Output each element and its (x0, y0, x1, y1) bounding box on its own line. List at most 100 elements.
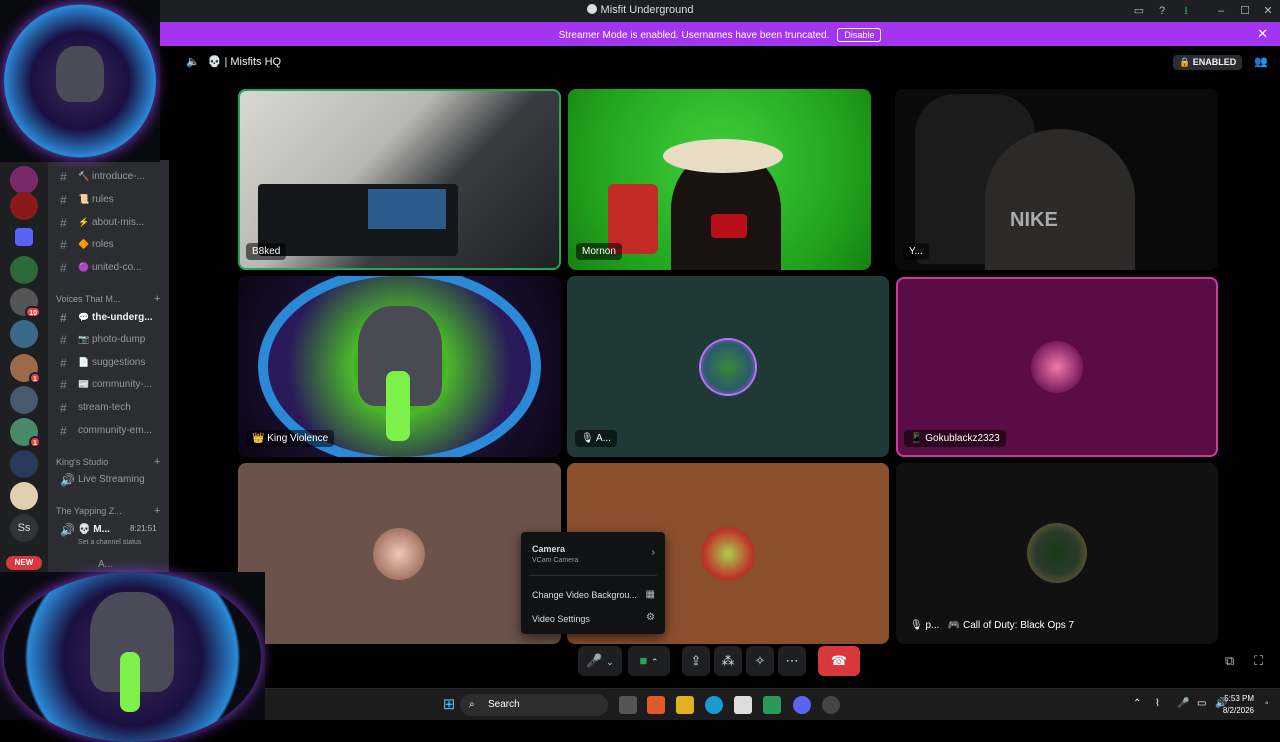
windows-start-icon[interactable]: ⊞ (440, 696, 458, 714)
voice-user-self[interactable]: 🔊 💀 M... 8:21:51 Set a channel status (48, 520, 169, 552)
folder-icon[interactable] (15, 228, 33, 246)
chevron-up-icon: ⌃ (650, 657, 659, 667)
channel-photo-dump[interactable]: # 📷 photo-dump (48, 330, 169, 350)
voice-channel-live[interactable]: 🔊 Live Streaming (48, 470, 169, 490)
more-button[interactable]: ⋯ (778, 646, 806, 676)
members-icon[interactable]: 👥 (1254, 55, 1270, 69)
server-icon[interactable]: 10 (10, 288, 41, 318)
app-icon[interactable] (763, 696, 781, 714)
notification-badge: 10 (25, 306, 41, 318)
mobile-icon: 📱 (910, 433, 923, 444)
share-screen-button[interactable]: ⇪ (682, 646, 710, 676)
hash-icon: # (60, 238, 67, 252)
hash-icon: # (60, 401, 67, 415)
edge-icon[interactable] (705, 696, 723, 714)
channel-united[interactable]: # 🟣 united-co... (48, 258, 169, 278)
notification-badge: 1 (29, 372, 41, 384)
stream-logo-overlay (0, 0, 160, 162)
popout-icon[interactable]: ⧉ (1225, 653, 1234, 669)
channel-emoji: 📄 (78, 357, 90, 367)
category-yapping[interactable]: The Yapping Z... + (56, 505, 160, 517)
inbox-icon[interactable]: ▭ (1131, 3, 1147, 19)
category-kings-studio[interactable]: King's Studio + (56, 456, 160, 468)
server-icon[interactable] (10, 192, 38, 220)
channel-rules[interactable]: # 📜 rules (48, 190, 169, 210)
chevron-down-icon: ⌄ (606, 657, 614, 667)
server-icon[interactable]: Ss (10, 514, 38, 542)
channel-the-underground[interactable]: # 💬 the-underg... (48, 308, 169, 328)
speaker-icon: 🔊 (60, 523, 75, 537)
app-icon[interactable] (647, 696, 665, 714)
close-window-icon[interactable]: ✕ (1260, 3, 1276, 19)
channel-status-text[interactable]: Set a channel status (78, 539, 141, 546)
video-tile-7[interactable] (238, 463, 561, 644)
clock[interactable]: 5:53 PM 8/2/2026 (1223, 693, 1254, 717)
channel-emoji: 📜 (78, 194, 90, 204)
banner-close-icon[interactable]: ✕ (1257, 26, 1268, 42)
help-icon[interactable]: ? (1154, 3, 1170, 19)
menu-divider (529, 575, 657, 576)
server-icon[interactable] (10, 482, 38, 510)
server-icon[interactable] (10, 256, 38, 284)
video-tile-5[interactable]: 🎙 A... (567, 276, 889, 457)
category-label: Voices That M... (56, 294, 121, 304)
maximize-icon[interactable]: ☐ (1237, 3, 1253, 19)
speaker-icon[interactable]: 🔈 (186, 56, 200, 68)
server-icon[interactable]: 1 (10, 418, 41, 448)
download-icon[interactable]: ⭳ (1178, 3, 1194, 19)
server-icon[interactable] (10, 386, 38, 414)
channel-about[interactable]: # ⚡ about-mis... (48, 213, 169, 233)
file-explorer-icon[interactable] (676, 696, 694, 714)
channel-suggestions[interactable]: # 📄 suggestions (48, 353, 169, 373)
server-icon[interactable]: 1 (10, 354, 41, 384)
microphone-button[interactable]: 🎤 ⌄ (578, 646, 622, 676)
channel-community-em[interactable]: # community-em... (48, 421, 169, 441)
taskbar-search[interactable]: ⌕ Search (460, 694, 608, 716)
app-icon[interactable] (822, 696, 840, 714)
video-tile-6[interactable]: 📱 Gokublackz2323 (896, 277, 1218, 457)
display-icon[interactable]: ▭ (1197, 698, 1206, 709)
video-tile-3[interactable]: NIKE Y... (895, 89, 1218, 270)
fullscreen-icon[interactable]: ⛶ (1254, 653, 1263, 669)
task-view-icon[interactable] (619, 696, 637, 714)
channel-label: Live Streaming (78, 474, 145, 485)
wifi-icon[interactable]: ⌇ (1155, 698, 1160, 709)
video-tile-1[interactable]: B8ked (238, 89, 561, 270)
notification-icon[interactable]: ◦ (1265, 698, 1269, 709)
microphone-icon[interactable]: 🎤 (1177, 698, 1189, 709)
participant-name-wrap: 👑 King Violence (246, 430, 335, 447)
menu-camera-label[interactable]: Camera (532, 544, 565, 554)
chevron-right-icon[interactable]: › (652, 547, 655, 558)
video-tile-9[interactable]: 🎙 p... 🎮 Call of Duty: Black Ops 7 (896, 463, 1218, 644)
discord-icon[interactable] (793, 696, 811, 714)
menu-change-background[interactable]: Change Video Backgrou... (532, 590, 637, 600)
server-icon[interactable] (10, 320, 38, 348)
camera-button[interactable]: ■ ⌃ (628, 646, 670, 676)
server-icon[interactable] (10, 166, 38, 194)
video-tile-4[interactable]: 👑 King Violence (238, 276, 561, 457)
channel-introduce[interactable]: # 🔨 introduce-... (48, 167, 169, 187)
category-label: The Yapping Z... (56, 506, 122, 516)
channel-stream-tech[interactable]: # stream-tech (48, 398, 169, 418)
channel-label: roles (92, 239, 114, 250)
disconnect-button[interactable]: ☎ (818, 646, 860, 676)
menu-camera-device: VCam Camera (532, 557, 579, 564)
channel-roles[interactable]: # 🔶 roles (48, 235, 169, 255)
streamer-status-badge[interactable]: 🔒 ENABLED (1173, 55, 1243, 70)
activities-button[interactable]: ⁂ (714, 646, 742, 676)
participant-name-wrap: 🎙 p... 🎮 Call of Duty: Black Ops 7 (904, 617, 1080, 634)
disable-button[interactable]: Disable (837, 28, 882, 42)
minimize-icon[interactable]: – (1213, 3, 1229, 19)
server-icon[interactable] (10, 450, 38, 478)
hash-icon: # (60, 261, 67, 275)
store-icon[interactable] (734, 696, 752, 714)
category-voices[interactable]: Voices That M... + (56, 293, 160, 305)
add-channel-icon[interactable]: + (154, 456, 160, 468)
chevron-up-icon[interactable]: ⌃ (1133, 698, 1141, 709)
menu-video-settings[interactable]: Video Settings (532, 614, 590, 624)
channel-community[interactable]: # 📰 community-... (48, 375, 169, 395)
soundboard-button[interactable]: ✧ (746, 646, 774, 676)
add-channel-icon[interactable]: + (154, 505, 160, 517)
video-tile-2[interactable]: Mornon (568, 89, 871, 270)
add-channel-icon[interactable]: + (154, 293, 160, 305)
